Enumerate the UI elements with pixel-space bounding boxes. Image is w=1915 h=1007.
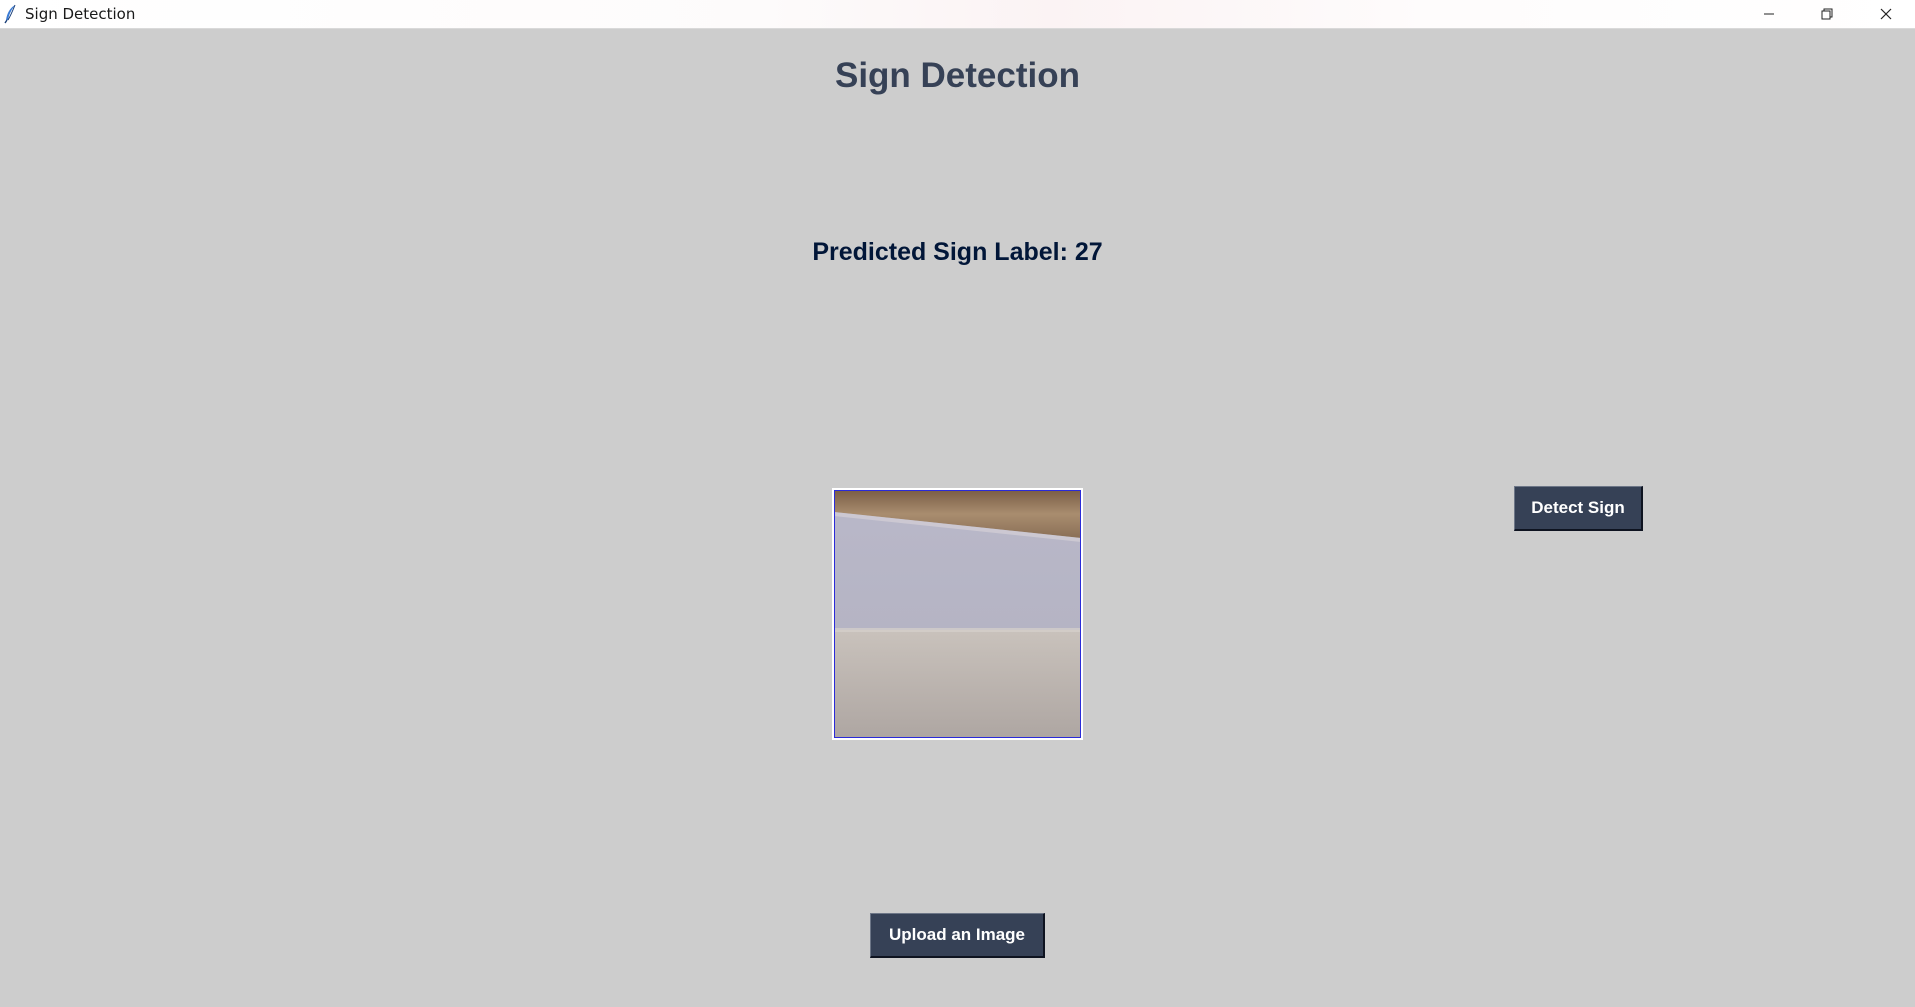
restore-button[interactable] (1798, 0, 1856, 28)
feather-icon (3, 4, 19, 24)
detect-sign-button[interactable]: Detect Sign (1514, 486, 1643, 531)
minimize-button[interactable] (1740, 0, 1798, 28)
restore-icon (1821, 8, 1833, 20)
close-button[interactable] (1857, 0, 1915, 28)
uploaded-image-preview (832, 488, 1083, 740)
upload-image-button[interactable]: Upload an Image (870, 913, 1045, 958)
window-title: Sign Detection (25, 5, 136, 23)
prediction-label: Predicted Sign Label: 27 (812, 238, 1103, 266)
minimize-icon (1763, 8, 1775, 20)
page-title: Sign Detection (834, 56, 1081, 95)
title-bar[interactable]: Sign Detection (0, 0, 1915, 29)
close-icon (1880, 8, 1892, 20)
